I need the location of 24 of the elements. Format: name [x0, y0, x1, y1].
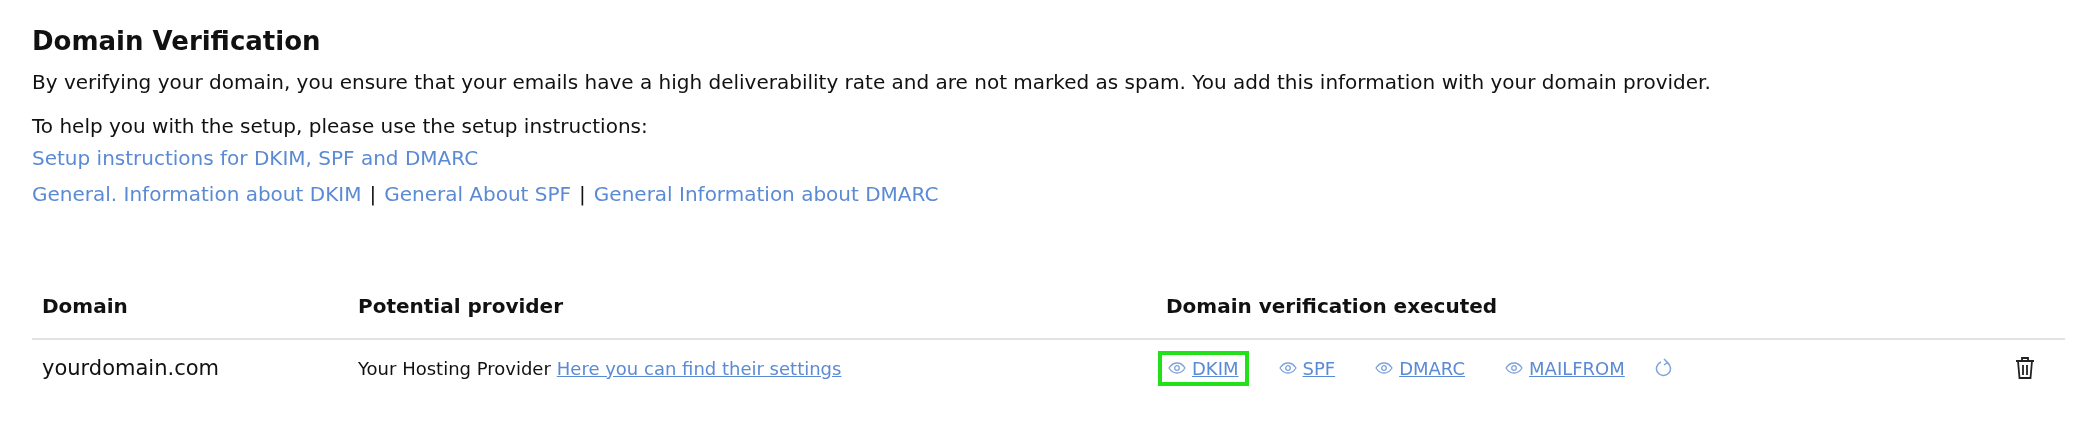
column-header: Potential provider	[358, 294, 565, 318]
verification-link[interactable]: DKIM	[1158, 350, 1249, 386]
info-link[interactable]: General About SPF	[384, 176, 572, 212]
refresh-icon[interactable]	[1654, 358, 1673, 378]
eye-icon	[1168, 362, 1186, 374]
info-link[interactable]: General. Information about DKIM	[32, 176, 362, 212]
eye-icon	[1505, 362, 1524, 374]
eye-icon	[1375, 362, 1394, 374]
help-text: To help you with the setup, please use the setup instructions:	[32, 113, 649, 140]
info-link[interactable]: General Information about DMARC	[593, 176, 939, 212]
column-header: Domain	[42, 294, 129, 318]
provider-link[interactable]: Here you can find their settings	[556, 357, 842, 379]
page-title: Domain Verification	[32, 26, 322, 56]
verification-link[interactable]: MAILFROM	[1495, 350, 1635, 386]
separator: |	[579, 182, 586, 206]
verification-link[interactable]: DMARC	[1365, 350, 1476, 386]
verification-link[interactable]: SPF	[1268, 350, 1346, 386]
eye-icon	[1278, 362, 1297, 374]
provider-name: Your Hosting Provider	[358, 357, 551, 379]
column-header: Domain verification executed	[1166, 294, 1499, 318]
domain-cell-text: yourdomain.com	[42, 356, 221, 380]
description: By verifying your domain, you ensure that your emails have a high deliverability rate and are not marked as spam. You add this information with your domain provider.	[32, 69, 1712, 96]
separator: |	[369, 182, 377, 206]
setup-link[interactable]: Setup instructions for DKIM, SPF and DMARC	[32, 140, 479, 176]
